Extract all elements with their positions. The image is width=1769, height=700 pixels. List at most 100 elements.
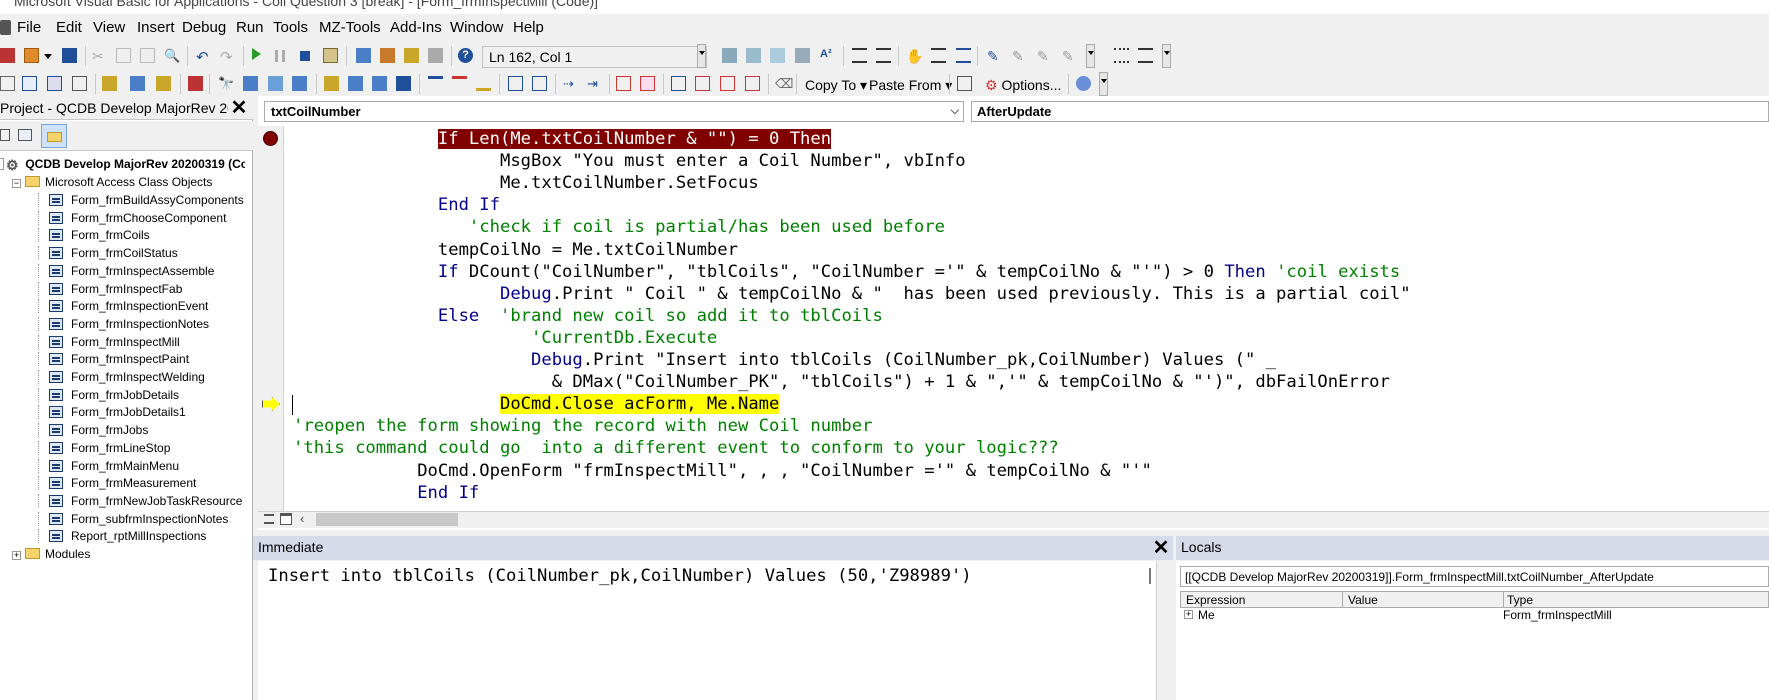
mz-help-icon[interactable] [1076,76,1091,91]
paste-icon[interactable] [140,48,155,63]
code-line[interactable]: 'check if coil is partial/has been used … [293,216,945,238]
comment-block-icon[interactable] [931,48,946,63]
mz-tool-19-icon[interactable] [508,76,523,91]
mz-tool-15-icon[interactable] [396,76,411,91]
menu-run[interactable]: Run [236,19,264,36]
project-tree-item[interactable]: Form_frmJobDetails [38,387,179,402]
mz-tool-4-icon[interactable] [72,76,87,91]
menu-insert[interactable]: Insert [137,19,175,36]
parameter-info-icon[interactable] [795,48,810,63]
code-line[interactable]: 'CurrentDb.Execute [293,327,717,349]
mz-tool-12-icon[interactable] [324,76,339,91]
list-icon[interactable] [1138,48,1153,63]
code-horizontal-scrollbar[interactable]: ‹ [258,511,1769,528]
mz-tool-25-icon[interactable] [671,76,686,91]
close-icon[interactable]: ✕ [230,98,248,118]
mz-tool-3-icon[interactable] [47,76,62,91]
column-type[interactable]: Type [1507,593,1533,607]
paste-from-button[interactable]: Paste From ▾ [869,77,952,94]
column-value[interactable]: Value [1348,593,1378,607]
mz-tool-8-icon[interactable] [188,76,203,91]
mz-tool-22-icon[interactable]: ⇥ [587,76,602,91]
collapse-icon[interactable]: − [12,179,21,188]
mz-tool-5-icon[interactable] [102,76,117,91]
quick-info-icon[interactable] [770,48,785,63]
execution-pointer-icon[interactable] [262,397,280,411]
menu-debug[interactable]: Debug [182,19,226,36]
immediate-output-line[interactable]: Insert into tblCoils (CoilNumber_pk,Coil… [268,566,972,586]
mz-tool-6-icon[interactable] [130,76,145,91]
code-line[interactable]: End If [293,194,500,216]
code-line[interactable]: If Len(Me.txtCoilNumber & "") = 0 Then [293,128,832,150]
code-line[interactable]: Else 'brand new coil so add it to tblCoi… [293,305,883,327]
mz-tool-23-icon[interactable] [616,76,631,91]
column-expression[interactable]: Expression [1186,593,1245,607]
code-line[interactable]: 'this command could go into a different … [293,437,1059,459]
mz-tool-11-icon[interactable] [292,76,307,91]
menu-window[interactable]: Window [450,19,503,36]
project-tree-item[interactable]: Form_frmMainMenu [38,458,179,473]
toggle-breakpoint-icon[interactable]: ✋ [906,48,923,64]
project-tree-item[interactable]: Form_frmCoils [38,228,150,243]
list-constants-icon[interactable] [746,48,761,63]
uncomment-block-icon[interactable] [956,48,971,63]
mz-tool-13-icon[interactable] [348,76,363,91]
view-code-icon[interactable] [0,129,10,141]
reset-icon[interactable] [300,51,310,61]
toolbar-grip[interactable] [1099,72,1108,96]
previous-bookmark-icon[interactable]: ✎ [1037,48,1052,64]
procedure-dropdown[interactable]: AfterUpdate [971,101,1769,122]
project-tree-item[interactable]: Report_rptMillInspections [38,529,206,544]
mz-tool-18-icon[interactable] [476,76,491,91]
code-line[interactable]: 'reopen the form showing the record with… [293,415,872,437]
code-line[interactable]: Me.txtCoilNumber.SetFocus [293,172,759,194]
toggle-folders-button[interactable] [41,124,67,148]
project-tree-item[interactable]: Form_frmInspectPaint [38,352,189,367]
view-access-icon[interactable] [0,48,15,63]
toolbar-grip[interactable] [1086,44,1095,68]
mz-tool-29-icon[interactable] [957,76,972,91]
mz-tool-10-icon[interactable] [268,76,283,91]
project-tree-item[interactable]: Form_frmCoilStatus [38,246,178,261]
object-browser-icon[interactable] [404,48,419,63]
project-tree-item[interactable]: Form_frmJobDetails1 [38,405,186,420]
project-tree-item[interactable]: Form_frmInspectionEvent [38,299,208,314]
menu-edit[interactable]: Edit [56,19,82,36]
menu-view[interactable]: View [93,19,125,36]
code-line[interactable]: MsgBox "You must enter a Coil Number", v… [293,150,966,172]
code-margin[interactable] [258,126,284,511]
project-tree-item[interactable]: Form_frmChooseComponent [38,210,226,225]
project-root-node[interactable]: ⚙ QCDB Develop MajorRev 20200319 (Coil Q… [0,157,245,173]
project-tree-item[interactable]: Form_frmNewJobTaskResource [38,493,242,508]
project-tree-item[interactable]: Form_frmInspectMill [38,334,180,349]
code-line[interactable]: DoCmd.Close acForm, Me.Name [293,393,780,415]
project-tree-item[interactable]: Form_frmInspectFab [38,281,182,296]
project-tree-item[interactable]: Form_frmInspectAssemble [38,263,214,278]
code-line[interactable]: Debug.Print "Insert into tblCoils (CoilN… [293,349,1276,371]
outdent-icon[interactable] [852,48,867,63]
mz-find-icon[interactable]: 🔭 [218,76,234,91]
full-module-view-icon[interactable] [280,513,292,525]
code-line[interactable]: DoCmd.OpenForm "frmInspectMill", , , "Co… [293,460,1152,482]
toolbar-grip[interactable] [1162,44,1171,68]
mz-tool-27-icon[interactable] [720,76,735,91]
break-icon[interactable] [275,50,285,62]
project-explorer-icon[interactable] [356,48,371,63]
options-button[interactable]: ⚙ Options... [985,77,1061,94]
folder-access-class-objects[interactable]: − Microsoft Access Class Objects [12,175,212,189]
project-tree-item[interactable]: Form_frmBuildAssyComponents [38,193,244,207]
undo-icon[interactable]: ↶ [196,48,211,66]
mz-tool-26-icon[interactable] [695,76,710,91]
close-icon[interactable]: ✕ [1152,538,1170,558]
mz-tool-2-icon[interactable] [22,76,37,91]
project-tree-item[interactable]: Form_frmInspectionNotes [38,316,209,331]
insert-userform-icon[interactable] [24,48,39,63]
mz-tool-1-icon[interactable] [0,76,15,91]
save-icon[interactable] [62,48,77,63]
project-tree-item[interactable]: Form_subfrmInspectionNotes [38,511,228,526]
toolbar-grip[interactable] [697,44,706,68]
toggle-bookmark-icon[interactable]: ✎ [987,48,1002,64]
copy-icon[interactable] [116,48,131,63]
mz-tool-17-icon[interactable] [452,76,467,91]
code-line[interactable]: Debug.Print " Coil " & tempCoilNo & " ha… [293,283,1411,305]
